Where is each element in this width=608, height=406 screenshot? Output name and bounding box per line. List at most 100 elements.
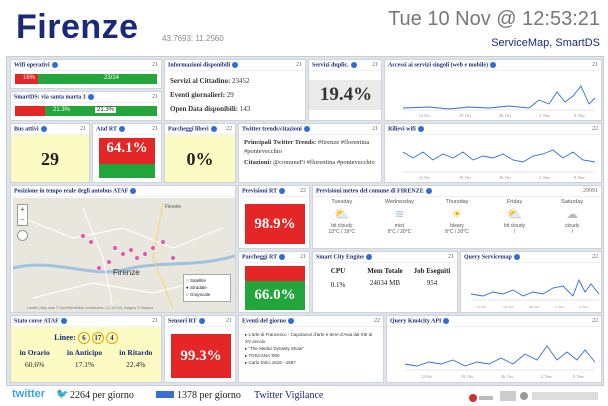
- stato-columns: in Orario 60.6% in Anticipo 17.1% in Ritar…: [19, 348, 153, 369]
- info-icon[interactable]: [513, 253, 520, 260]
- widget-number: 21: [226, 318, 232, 324]
- smartds-progress-fill: [15, 106, 46, 116]
- info-icon[interactable]: [279, 253, 286, 260]
- widget-sensori-rt[interactable]: Sensori RT 21 99.3%: [164, 315, 236, 383]
- servicemap-tick: 19. Oct: [503, 305, 513, 309]
- tweets-per-day-1: 2264 per giorno: [70, 390, 134, 401]
- km4city-tick: 9. Nov: [573, 374, 584, 379]
- layer-option[interactable]: ● Stradale: [186, 284, 228, 291]
- info-icon[interactable]: [51, 61, 58, 68]
- dupl-title: Servizi duplic.: [312, 62, 349, 69]
- info-icon[interactable]: [489, 61, 496, 68]
- info-icon[interactable]: [417, 125, 424, 132]
- widget-number: 21: [152, 94, 158, 100]
- twitter-vigilance-link[interactable]: Twitter Vigilance: [254, 390, 323, 401]
- widget-wifi[interactable]: Wifi operativi 21 16% 23/24: [10, 59, 162, 89]
- map-layer-legend[interactable]: ○ Satellite ● Stradale ○ Grayscale: [183, 274, 231, 302]
- rilievi-line-chart: 12 Oct 19. Oct 26. Oct 2. Nov 9. Nov: [402, 149, 596, 180]
- info-icon[interactable]: [60, 317, 67, 324]
- evento-item[interactable]: ▸ "The Medici Dynasty Show": [245, 345, 377, 352]
- widget-bus-map[interactable]: Posizione in tempo reale degli autobus A…: [10, 185, 236, 313]
- smartds-bar-left-label: 21.3%: [53, 107, 71, 113]
- rilievi-tick: 2. Nov: [539, 175, 550, 180]
- previsioni-value: 98.9%: [245, 204, 305, 244]
- wifi-title: Wifi operativi: [14, 62, 50, 69]
- widget-info[interactable]: Informazioni disponibili 21 Servizi al Ci…: [164, 59, 306, 121]
- linea-badge[interactable]: 4: [105, 332, 118, 344]
- zoom-in-button[interactable]: +: [18, 205, 27, 215]
- widget-number: 21: [80, 126, 86, 132]
- info-icon[interactable]: [443, 317, 450, 324]
- evento-item[interactable]: ▸ Carlo Dolci 1616 - 1687: [245, 359, 377, 366]
- widget-parcheggi-liberi[interactable]: Parcheggi liberi 22 0%: [164, 123, 236, 183]
- widget-rilievi-wifi[interactable]: Rilievi wifi 22 12 Oct 19. Oct 26. Oct 2.…: [384, 123, 602, 183]
- servicemap-title: Query Servicemap: [464, 254, 512, 261]
- info-line: Servizi al Cittadino: 23452: [170, 77, 250, 85]
- info-icon[interactable]: [232, 61, 239, 68]
- widget-number: 21: [300, 254, 306, 260]
- rilievi-tick: 9. Nov: [574, 175, 585, 180]
- twitter-title: Twitter trends/citazioni: [242, 126, 302, 133]
- info-icon[interactable]: [425, 187, 432, 194]
- widget-query-servicemap[interactable]: Query Servicemap 22 12 Oct 19. Oct 26. Oc…: [460, 251, 602, 313]
- info-icon[interactable]: [118, 125, 125, 132]
- info-icon[interactable]: [366, 253, 372, 260]
- meteo-day: Thursday ☀ bleary 8°C / 20°C: [429, 199, 485, 235]
- info-icon[interactable]: [40, 125, 47, 132]
- twitter-trends-text: Principali Twitter Trends: #firenze #flo…: [244, 139, 375, 166]
- map-attribution: Leaflet | Map data © OpenStreetMap contr…: [27, 306, 154, 310]
- smartcity-title: Smart City Engine: [316, 254, 364, 261]
- evento-item[interactable]: ▸ L'arte di Francesco - Capolavori d'art…: [245, 331, 377, 345]
- widget-twitter-trends[interactable]: Twitter trends/citazioni 21 Principali Tw…: [238, 123, 382, 183]
- info-icon[interactable]: [130, 187, 137, 194]
- linea-badge[interactable]: 17: [91, 332, 104, 344]
- layer-option[interactable]: ○ Satellite: [186, 277, 228, 284]
- widget-bus-attivi[interactable]: Bus attivi 21 29: [10, 123, 90, 183]
- bus-map-title: Posizione in tempo reale degli autobus A…: [14, 188, 129, 195]
- partly-cloudy-icon: ⛅: [507, 207, 523, 221]
- widget-servizi-duplicati[interactable]: Servizi duplic. 21 19.4%: [308, 59, 382, 121]
- info-icon[interactable]: [87, 93, 94, 100]
- linea-badge[interactable]: 6: [77, 332, 90, 344]
- widget-smartds[interactable]: SmartDS: via santa marta 3 21 21.3% 21.3%: [10, 91, 162, 121]
- city-title: Firenze: [16, 8, 139, 46]
- info-icon[interactable]: [279, 187, 286, 194]
- widget-previsioni-rt[interactable]: Previsioni RT 22 98.9%: [238, 185, 310, 249]
- info-line: Open Data disponibili: 143: [170, 105, 251, 113]
- widget-number: 22: [592, 254, 598, 260]
- parcheggi-value: 0%: [186, 149, 214, 169]
- tweets-per-day-2: 1378 per giorno: [177, 390, 241, 401]
- meteo-days: Tuesday ⛅ bit cloudy 13°C / 19°C Wednesd…: [313, 197, 601, 235]
- layer-option[interactable]: ○ Grayscale: [186, 291, 228, 298]
- previsioni-title: Previsioni RT: [242, 188, 278, 195]
- widget-meteo[interactable]: Previsioni meteo del comune di FIRENZE 29…: [312, 185, 602, 249]
- partner-logo-icon: [468, 390, 494, 402]
- widget-ataf-rt[interactable]: Ataf RT 21 64.1%: [92, 123, 162, 183]
- meteo-day: Tuesday ⛅ bit cloudy 13°C / 19°C: [314, 199, 370, 235]
- info-icon[interactable]: [288, 317, 295, 324]
- servicemap-tick: 9. Nov: [579, 305, 589, 309]
- map-canvas[interactable]: + − Firenze Fiesole ○ Satellite ● Strada…: [12, 198, 235, 312]
- twitter-logo[interactable]: twitter: [12, 388, 45, 400]
- widget-number: 21: [372, 126, 378, 132]
- widget-accessi[interactable]: Accessi ai servizi singoli (web e mobile…: [384, 59, 602, 121]
- info-icon[interactable]: [210, 125, 217, 132]
- parcheggi-rt-value: 66.0%: [254, 287, 296, 303]
- stato-linee: Linee: 6 17 4: [11, 332, 161, 344]
- sun-icon: ☀: [451, 207, 463, 221]
- parcheggi-rt-title: Parcheggi RT: [242, 254, 278, 261]
- servicemap-line-chart: 12 Oct 19. Oct 26. Oct 2. Nov 9. Nov: [470, 278, 600, 309]
- widget-stato-corse[interactable]: Stato corse ATAF 21 Linee: 6 17 4 in Orar…: [10, 315, 162, 383]
- info-icon[interactable]: [198, 317, 205, 324]
- wifi-bar-left-label: 16%: [23, 75, 36, 81]
- evento-item[interactable]: ▸ TOSCANA '900: [245, 352, 377, 359]
- info-icon[interactable]: [303, 125, 310, 132]
- locate-icon[interactable]: [17, 230, 28, 241]
- widget-parcheggi-rt[interactable]: Parcheggi RT 21 66.0%: [238, 251, 310, 313]
- widget-km4city-api[interactable]: Query Km4city API 22 12 Oct 19. Oct 26. O…: [386, 315, 602, 383]
- cloud-icon: ☁: [566, 207, 579, 221]
- widget-smart-city-engine[interactable]: Smart City Engine 21 CPU 0.1% Mem Totale 24…: [312, 251, 458, 313]
- info-icon[interactable]: [350, 61, 357, 68]
- widget-eventi[interactable]: Eventi del giorno 22 ▸ L'arte di Francesc…: [238, 315, 384, 383]
- zoom-out-button[interactable]: −: [18, 215, 27, 225]
